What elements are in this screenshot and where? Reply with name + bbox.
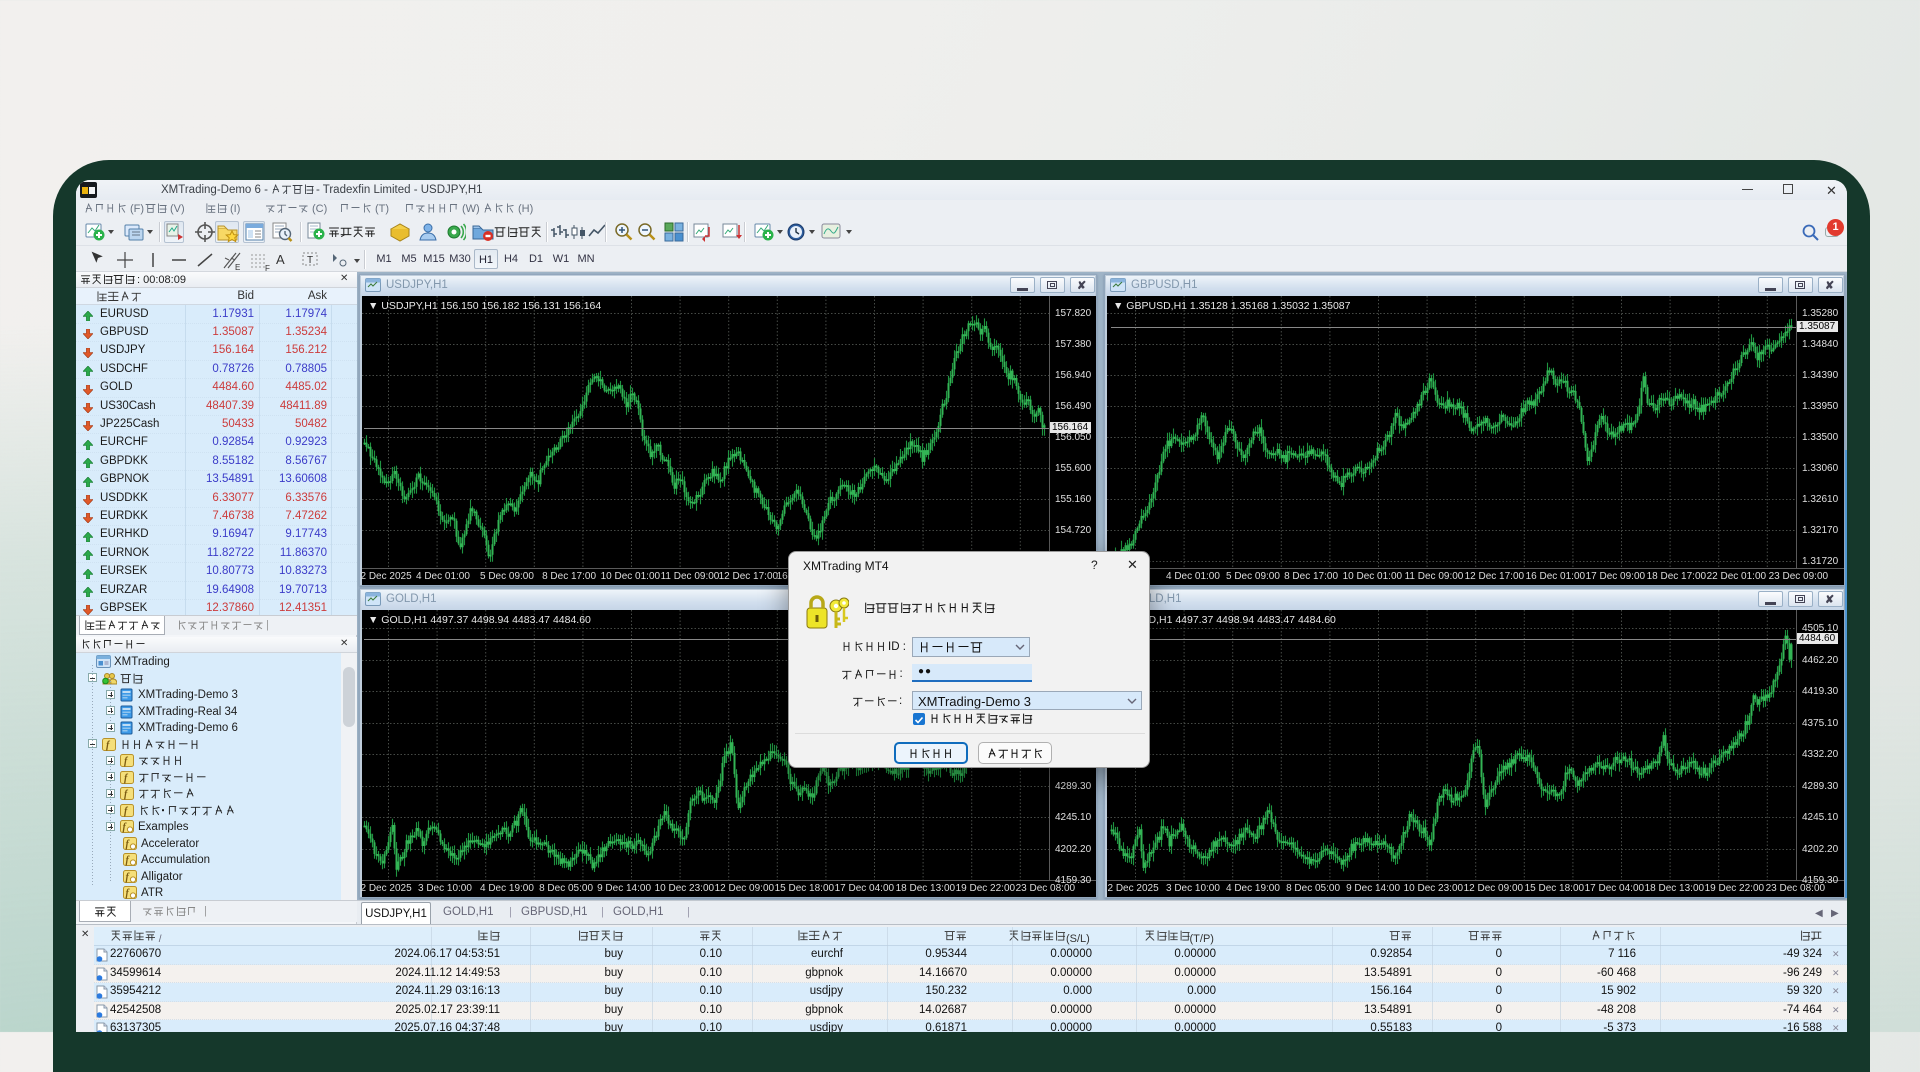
svg-text:T: T [307, 255, 313, 266]
svg-text:E: E [235, 263, 240, 272]
svg-text:F: F [265, 264, 270, 272]
